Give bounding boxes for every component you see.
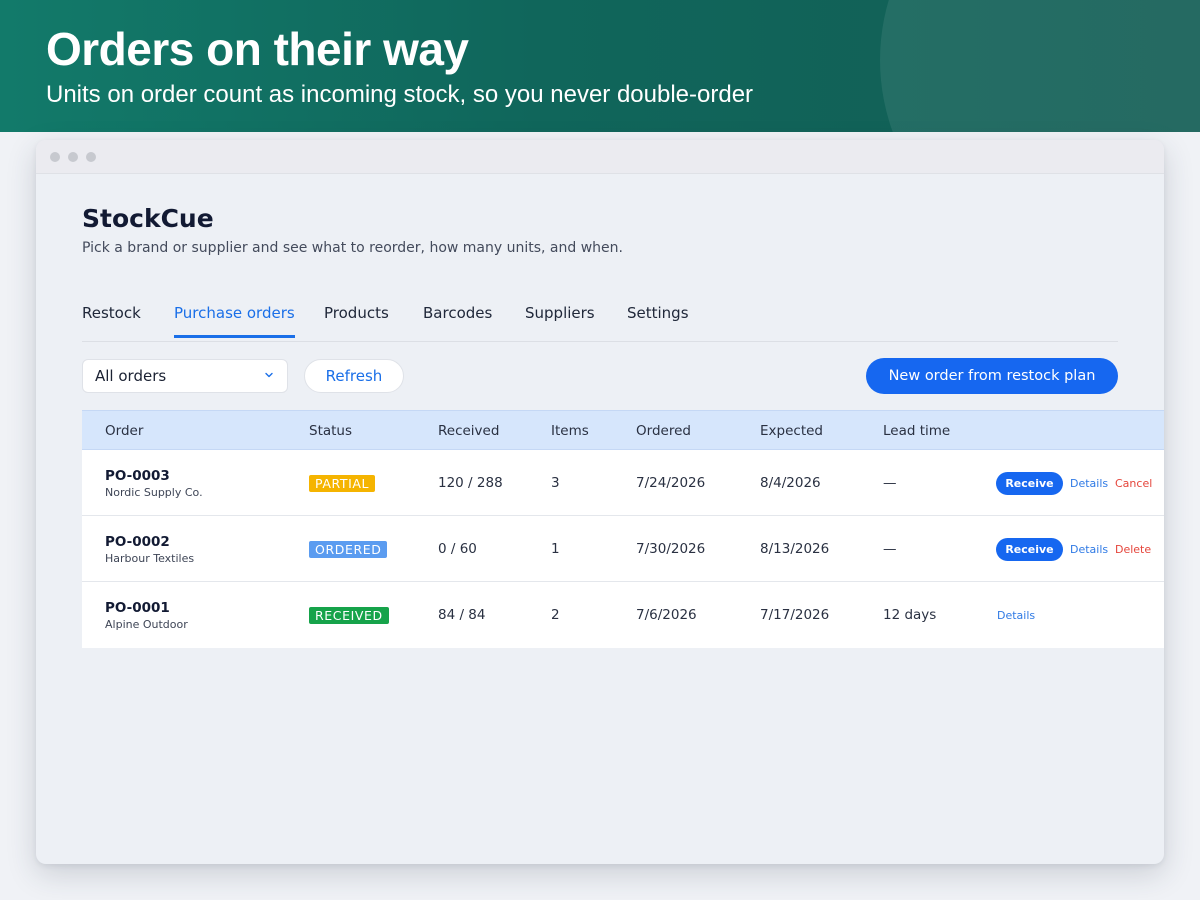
supplier-name: Nordic Supply Co. xyxy=(105,486,203,499)
column-header-order[interactable]: Order xyxy=(105,423,143,439)
tab-bar: Restock Purchase orders Products Barcode… xyxy=(82,290,1118,342)
table-row[interactable]: PO-0002 Harbour Textiles ORDERED 0 / 60 … xyxy=(82,516,1164,582)
window-dot-icon[interactable] xyxy=(50,151,60,162)
details-link[interactable]: Details xyxy=(997,609,1035,622)
details-link[interactable]: Details xyxy=(1070,477,1108,490)
new-order-button[interactable]: New order from restock plan xyxy=(866,358,1118,394)
ordered-date: 7/6/2026 xyxy=(636,607,697,623)
table-row[interactable]: PO-0003 Nordic Supply Co. PARTIAL 120 / … xyxy=(82,450,1164,516)
tab-settings[interactable]: Settings xyxy=(627,304,689,335)
order-id: PO-0003 xyxy=(105,468,170,484)
column-header-status[interactable]: Status xyxy=(309,423,352,439)
received-count: 84 / 84 xyxy=(438,607,486,623)
ordered-date: 7/24/2026 xyxy=(636,475,706,491)
app-window: StockCue Pick a brand or supplier and se… xyxy=(36,140,1164,864)
delete-link[interactable]: Delete xyxy=(1115,543,1151,556)
tab-restock[interactable]: Restock xyxy=(82,304,141,335)
app-tagline: Pick a brand or supplier and see what to… xyxy=(82,240,623,256)
cancel-link[interactable]: Cancel xyxy=(1115,477,1152,490)
lead-time: 12 days xyxy=(883,607,937,623)
receive-button[interactable]: Receive xyxy=(996,538,1063,561)
order-id: PO-0002 xyxy=(105,534,170,550)
ordered-date: 7/30/2026 xyxy=(636,541,706,557)
column-header-ordered[interactable]: Ordered xyxy=(636,423,691,439)
window-dot-icon[interactable] xyxy=(86,151,96,162)
table-header: Order Status Received Items Ordered Expe… xyxy=(82,410,1164,450)
banner-subtitle: Units on order count as incoming stock, … xyxy=(46,81,754,108)
order-filter-select[interactable]: All orders xyxy=(82,359,288,393)
status-badge: RECEIVED xyxy=(309,607,389,624)
items-count: 3 xyxy=(551,475,560,491)
items-count: 2 xyxy=(551,607,560,623)
column-header-expected[interactable]: Expected xyxy=(760,423,823,439)
tab-purchase-orders[interactable]: Purchase orders xyxy=(174,304,295,338)
lead-time: — xyxy=(883,541,897,557)
received-count: 0 / 60 xyxy=(438,541,477,557)
received-count: 120 / 288 xyxy=(438,475,503,491)
tab-products[interactable]: Products xyxy=(324,304,389,335)
details-link[interactable]: Details xyxy=(1070,543,1108,556)
window-dot-icon[interactable] xyxy=(68,151,78,162)
banner-title: Orders on their way xyxy=(46,23,469,75)
receive-button[interactable]: Receive xyxy=(996,472,1063,495)
refresh-button[interactable]: Refresh xyxy=(304,359,404,393)
hero-banner: Orders on their way Units on order count… xyxy=(0,0,1200,132)
column-header-items[interactable]: Items xyxy=(551,423,589,439)
column-header-received[interactable]: Received xyxy=(438,423,499,439)
order-id: PO-0001 xyxy=(105,600,170,616)
tab-suppliers[interactable]: Suppliers xyxy=(525,304,595,335)
banner-decoration xyxy=(880,0,1200,132)
items-count: 1 xyxy=(551,541,560,557)
window-titlebar xyxy=(36,140,1164,174)
expected-date: 8/13/2026 xyxy=(760,541,830,557)
lead-time: — xyxy=(883,475,897,491)
table-row[interactable]: PO-0001 Alpine Outdoor RECEIVED 84 / 84 … xyxy=(82,582,1164,648)
chevron-down-icon xyxy=(265,372,273,378)
status-badge: ORDERED xyxy=(309,541,388,558)
tab-barcodes[interactable]: Barcodes xyxy=(423,304,492,335)
supplier-name: Alpine Outdoor xyxy=(105,618,188,631)
status-badge: PARTIAL xyxy=(309,475,376,492)
orders-table: Order Status Received Items Ordered Expe… xyxy=(82,410,1164,648)
expected-date: 8/4/2026 xyxy=(760,475,821,491)
expected-date: 7/17/2026 xyxy=(760,607,830,623)
app-title: StockCue xyxy=(82,204,214,233)
order-filter-value: All orders xyxy=(95,367,167,385)
supplier-name: Harbour Textiles xyxy=(105,552,195,565)
column-header-lead-time[interactable]: Lead time xyxy=(883,423,950,439)
